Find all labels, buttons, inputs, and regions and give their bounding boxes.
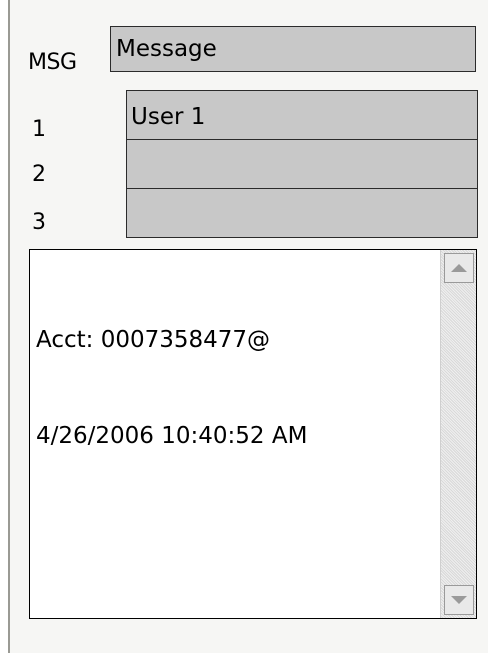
log-line-timestamp: 4/26/2006 10:40:52 AM: [36, 423, 308, 449]
log-line-account: Acct: 0007358477@: [36, 327, 271, 353]
vertical-scrollbar[interactable]: [440, 250, 476, 618]
app-panel: MSG Message 1 2 3 User 1 Acct: 000735847…: [8, 0, 488, 653]
msg-label: MSG: [28, 50, 77, 75]
user-2-label: 2: [32, 162, 46, 187]
message-field[interactable]: Message: [110, 26, 476, 72]
user-1-field[interactable]: User 1: [127, 91, 477, 140]
user-1-label: 1: [32, 117, 46, 142]
scroll-down-button[interactable]: [444, 585, 474, 615]
user-2-field[interactable]: [127, 139, 477, 188]
user-3-label: 3: [32, 210, 46, 235]
log-content: Acct: 0007358477@ 4/26/2006 10:40:52 AM: [36, 260, 436, 516]
scroll-up-button[interactable]: [444, 253, 474, 283]
scroll-up-arrow-icon: [451, 264, 467, 272]
scroll-down-arrow-icon: [451, 596, 467, 604]
user-3-field[interactable]: [127, 188, 477, 237]
user-list: User 1: [126, 90, 478, 238]
log-text-area[interactable]: Acct: 0007358477@ 4/26/2006 10:40:52 AM: [29, 249, 477, 619]
